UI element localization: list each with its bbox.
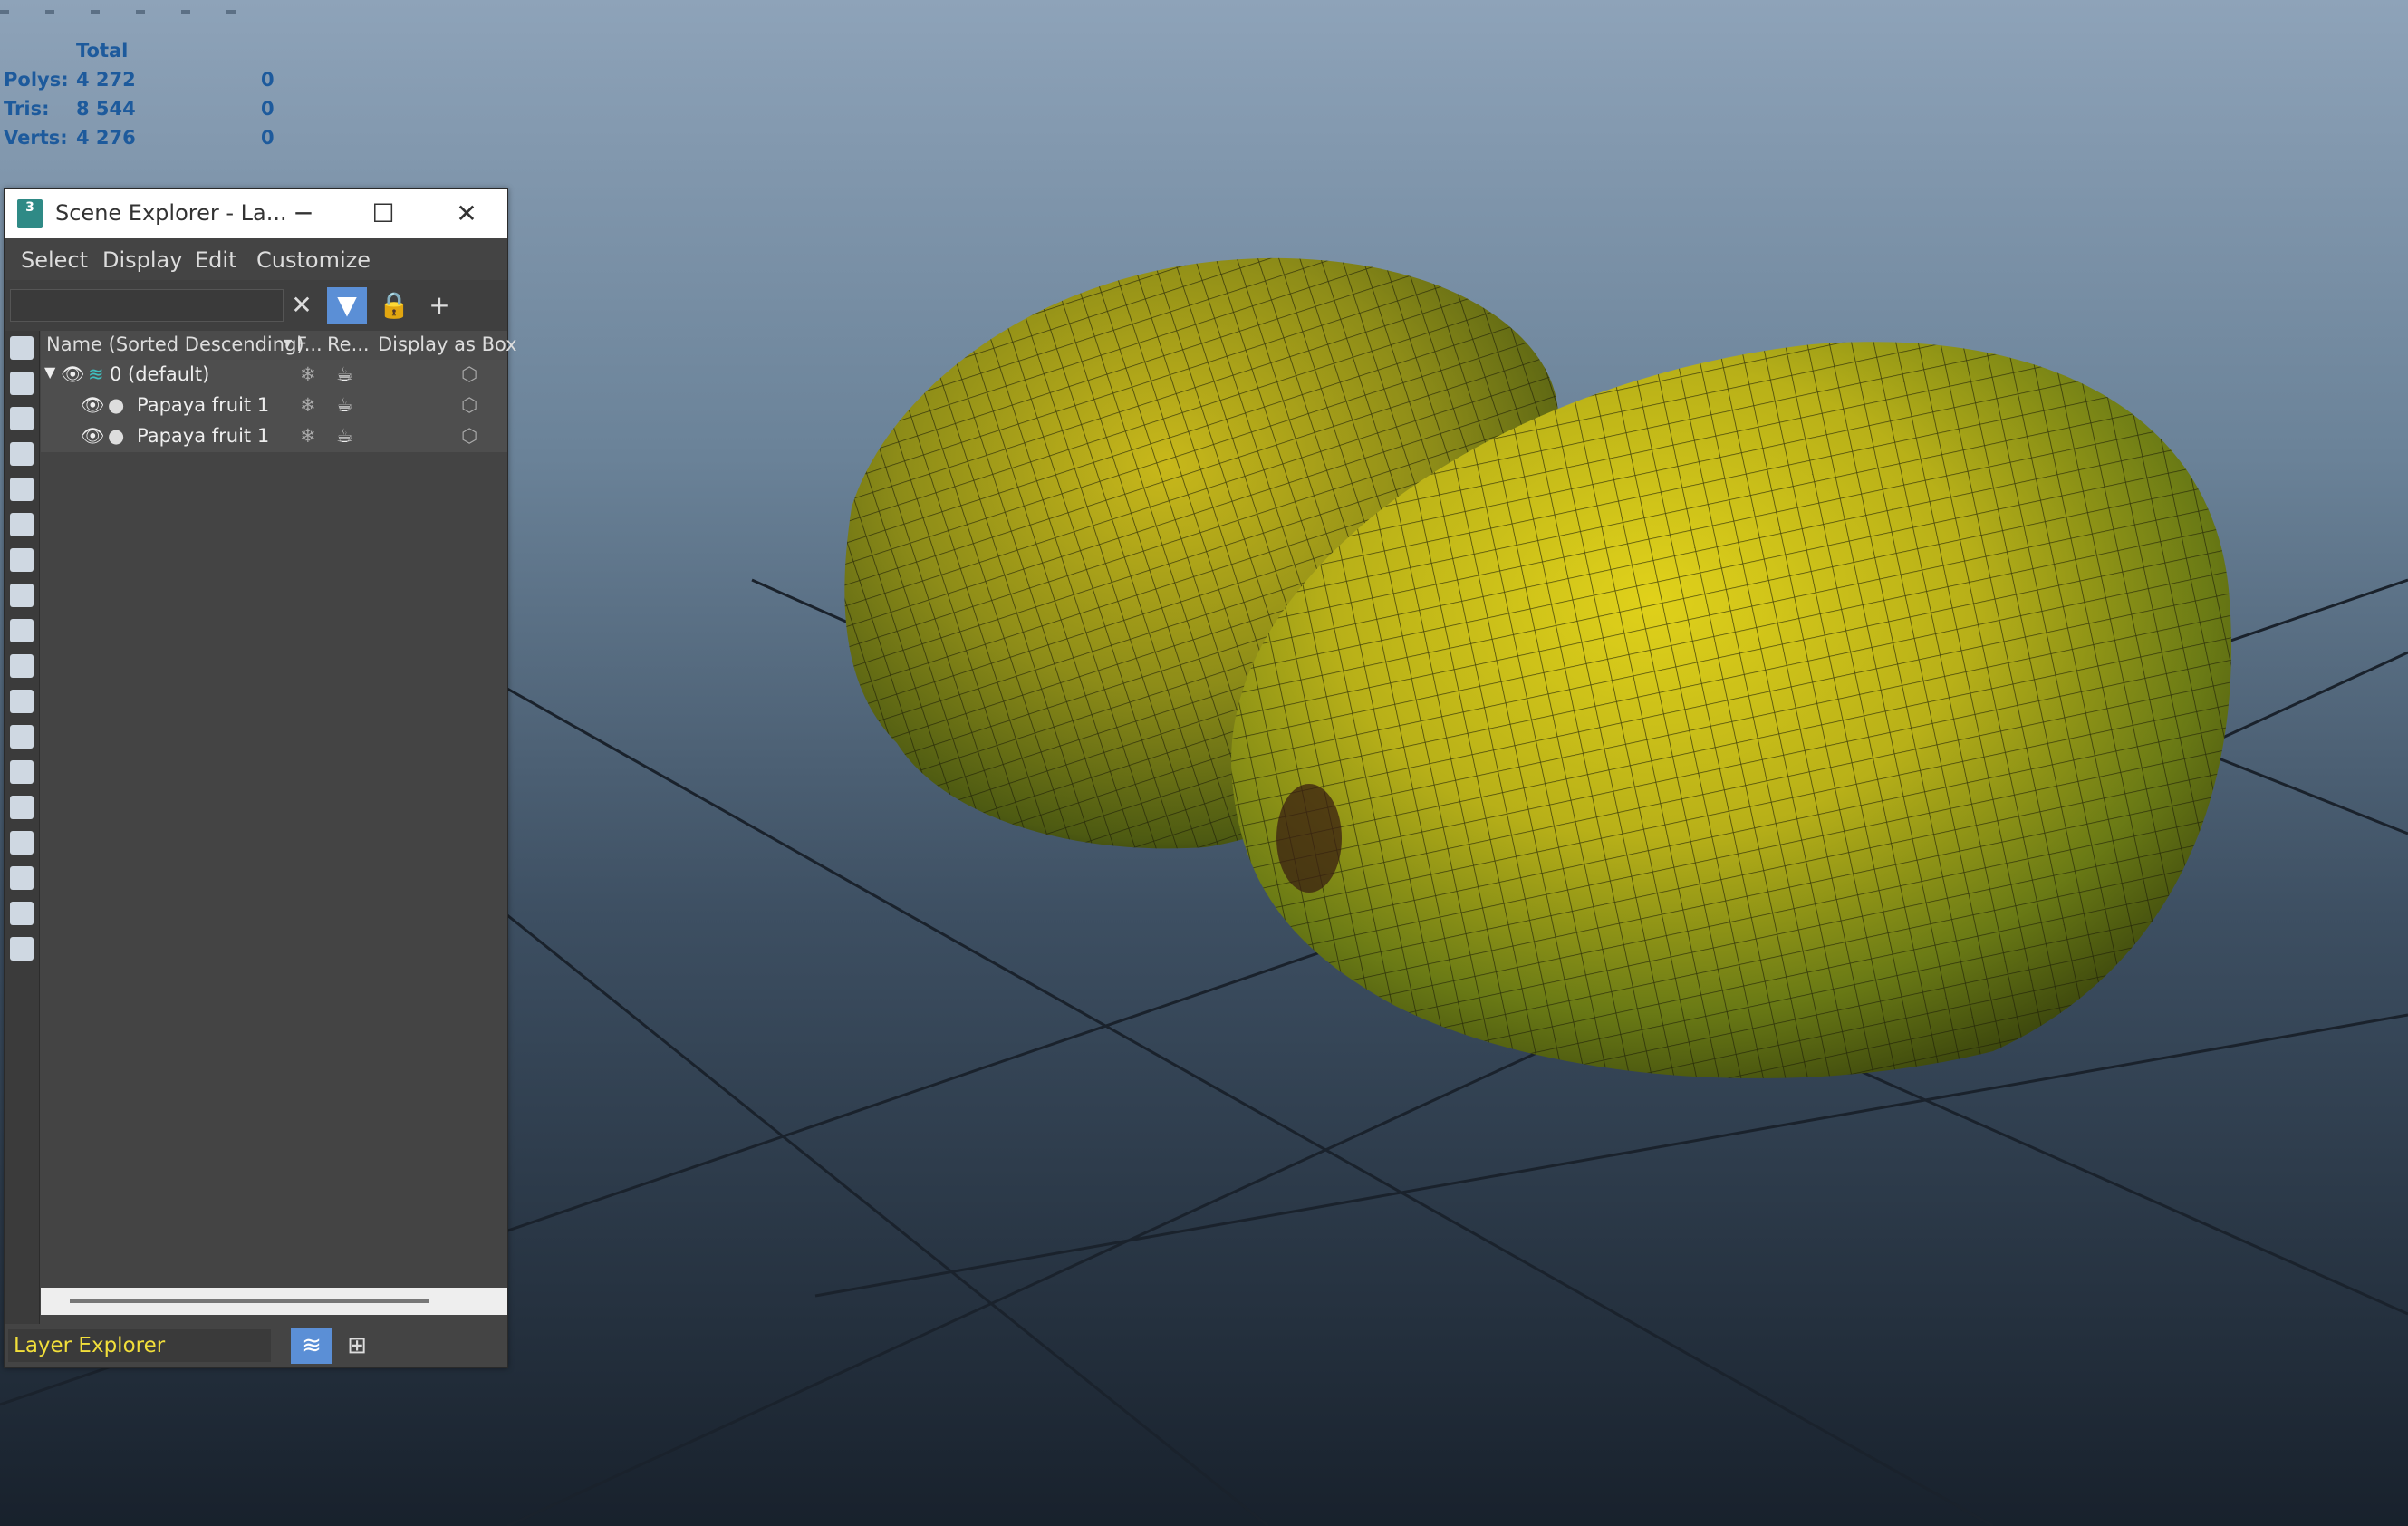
filter-settings-icon[interactable] xyxy=(10,866,34,890)
visible-eye-icon[interactable]: 👁 xyxy=(81,394,105,417)
freeze-icon[interactable]: ❄ xyxy=(300,363,316,385)
display-box-icon[interactable]: ⬡ xyxy=(461,363,477,385)
hierarchy-mode-icon[interactable]: ⊞ xyxy=(336,1328,378,1364)
column-name[interactable]: Name (Sorted Descending) xyxy=(46,333,304,355)
camera-filter-icon[interactable] xyxy=(10,442,34,466)
filter-icon[interactable]: ▼ xyxy=(327,287,367,324)
layers-mode-icon[interactable]: ≋ xyxy=(291,1328,332,1364)
layer-name[interactable]: 0 (default) xyxy=(110,363,209,385)
light-filter-icon[interactable] xyxy=(10,407,34,430)
explorer-toolbar: ✕ ▼ 🔒 + xyxy=(5,280,507,331)
menu-edit[interactable]: Edit xyxy=(195,247,236,273)
menu-customize[interactable]: Customize xyxy=(256,247,371,273)
stats-header-total: Total xyxy=(76,40,129,62)
scrollbar-thumb[interactable] xyxy=(70,1299,429,1303)
add-layer-icon[interactable]: + xyxy=(419,287,459,324)
render-teapot-icon[interactable]: ☕ xyxy=(336,394,353,416)
close-button[interactable]: ✕ xyxy=(430,189,503,238)
filter-strip xyxy=(5,331,40,1328)
column-header: Name (Sorted Descending) ▾ F... Re... Di… xyxy=(41,331,517,360)
container-filter-icon[interactable] xyxy=(10,654,34,678)
freeze-icon[interactable]: ❄ xyxy=(300,394,316,416)
xref-filter-icon[interactable] xyxy=(10,584,34,607)
horizontal-scrollbar[interactable] xyxy=(41,1288,507,1315)
minimize-button[interactable]: ─ xyxy=(267,189,340,238)
display-box-icon[interactable]: ⬡ xyxy=(461,425,477,447)
stats-selected: 0 xyxy=(261,98,275,120)
app-icon: 3 xyxy=(17,199,43,228)
frozen-filter-icon[interactable] xyxy=(10,690,34,713)
menu-bar: Select Display Edit Customize xyxy=(5,238,507,280)
strip-mark xyxy=(136,10,145,14)
sort-indicator-icon: ▾ xyxy=(284,333,293,353)
object-name[interactable]: Papaya fruit 1 xyxy=(137,394,269,416)
bone-filter-icon[interactable] xyxy=(10,619,34,642)
window-titlebar[interactable]: 3 Scene Explorer - La... ─ ☐ ✕ xyxy=(5,189,507,238)
helper-filter-icon[interactable] xyxy=(10,478,34,501)
all-filter-icon[interactable] xyxy=(10,760,34,784)
shape-filter-icon[interactable] xyxy=(10,372,34,395)
explorer-type-select[interactable]: Layer Explorer xyxy=(8,1329,271,1362)
strip-mark xyxy=(45,10,54,14)
layer-list: Name (Sorted Descending) ▾ F... Re... Di… xyxy=(41,331,517,1273)
render-teapot-icon[interactable]: ☕ xyxy=(336,425,353,447)
strip-mark xyxy=(91,10,100,14)
object-dot-icon: ● xyxy=(108,425,125,447)
filter-funnel-icon[interactable] xyxy=(10,902,34,925)
none-filter-icon[interactable] xyxy=(10,796,34,819)
tree-row[interactable]: 👁 ● Papaya fruit 1 ❄ ☕ ⬡ xyxy=(41,391,507,421)
viewport-label-strip xyxy=(0,0,544,14)
strip-mark xyxy=(181,10,190,14)
object-name[interactable]: Papaya fruit 1 xyxy=(137,425,269,447)
maximize-button[interactable]: ☐ xyxy=(347,189,419,238)
tree-row[interactable]: 👁 ● Papaya fruit 1 ❄ ☕ ⬡ xyxy=(41,421,507,452)
invert-filter-icon[interactable] xyxy=(10,831,34,855)
column-render[interactable]: Re... xyxy=(327,333,370,355)
group-filter-icon[interactable] xyxy=(10,548,34,572)
layer-box-icon[interactable] xyxy=(10,937,34,961)
expand-icon[interactable]: ▼ xyxy=(44,363,55,381)
stats-selected: 0 xyxy=(261,127,275,149)
object-dot-icon: ● xyxy=(108,394,125,416)
stats-selected: 0 xyxy=(261,69,275,91)
window-title: Scene Explorer - La... xyxy=(55,200,287,226)
stats-total: 4 272 xyxy=(76,69,136,91)
visible-eye-icon[interactable]: 👁 xyxy=(81,425,105,448)
scene-explorer-window: 3 Scene Explorer - La... ─ ☐ ✕ Select Di… xyxy=(4,188,517,1368)
menu-display[interactable]: Display xyxy=(102,247,182,273)
column-display-as-box[interactable]: Display as Box xyxy=(378,333,517,355)
geometry-filter-icon[interactable] xyxy=(10,336,34,360)
stats-label: Tris: xyxy=(4,98,50,120)
strip-mark xyxy=(0,10,9,14)
stats-total: 4 276 xyxy=(76,127,136,149)
display-box-icon[interactable]: ⬡ xyxy=(461,394,477,416)
stats-label: Verts: xyxy=(4,127,68,149)
lock-icon[interactable]: 🔒 xyxy=(374,287,414,324)
spacewarp-filter-icon[interactable] xyxy=(10,513,34,536)
hidden-filter-icon[interactable] xyxy=(10,725,34,749)
render-teapot-icon[interactable]: ☕ xyxy=(336,363,353,385)
stats-label: Polys: xyxy=(4,69,69,91)
layer-stack-icon: ≋ xyxy=(88,363,104,385)
column-freeze[interactable]: F... xyxy=(296,333,323,355)
freeze-icon[interactable]: ❄ xyxy=(300,425,316,447)
clear-search-icon[interactable]: ✕ xyxy=(282,287,322,324)
visible-eye-icon[interactable]: 👁 xyxy=(61,363,85,386)
stats-total: 8 544 xyxy=(76,98,136,120)
menu-select[interactable]: Select xyxy=(21,247,88,273)
tree-row[interactable]: ▼ 👁 ≋ 0 (default) ❄ ☕ ⬡ xyxy=(41,360,507,391)
strip-mark xyxy=(226,10,236,14)
search-input[interactable] xyxy=(10,289,284,322)
explorer-bottom-bar: Layer Explorer ≋ ⊞ xyxy=(5,1324,507,1367)
